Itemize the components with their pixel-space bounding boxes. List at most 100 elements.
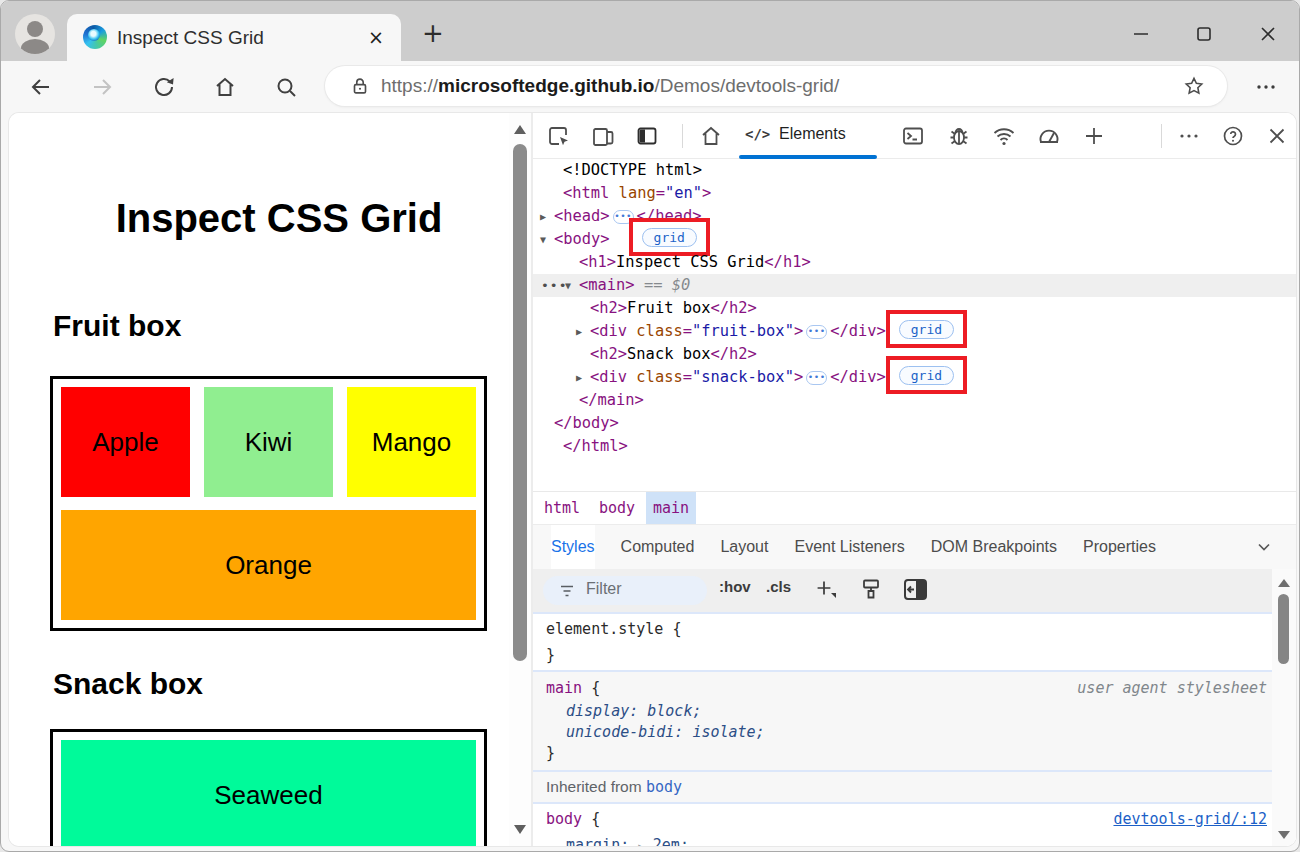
device-emulation-icon[interactable] (591, 124, 615, 148)
scroll-up-arrow[interactable] (514, 125, 526, 134)
snack-heading: Snack box (53, 667, 203, 701)
new-style-rule-icon[interactable] (813, 577, 837, 603)
dom-tree-row[interactable]: <html lang="en"> (533, 182, 1296, 205)
css-token: { (582, 679, 600, 697)
settings-more-icon[interactable] (1254, 75, 1278, 99)
css-token: display: block; (566, 702, 701, 720)
grid-badge-anchor: grid (886, 381, 972, 382)
new-tab-button[interactable]: + (419, 20, 447, 48)
dom-token: <h2> (590, 345, 627, 363)
dom-tree-row[interactable]: <!DOCTYPE html> (533, 159, 1296, 182)
grid-item-label: Mango (372, 427, 452, 458)
expand-arrow-icon[interactable]: ▶ (576, 320, 582, 343)
css-token: Inherited from (546, 778, 646, 795)
grid-badge[interactable]: grid (899, 366, 954, 385)
collapsed-content-ellipsis-icon[interactable]: ••• (806, 325, 827, 339)
url-text[interactable]: https://microsoftedge.github.io/Demos/de… (381, 75, 839, 97)
tab-elements[interactable]: Elements (779, 125, 846, 143)
panel-tab-layout[interactable]: Layout (720, 525, 768, 569)
toggle-class[interactable]: .cls (766, 578, 791, 595)
back-button[interactable] (29, 75, 53, 99)
collapse-arrow-icon[interactable]: ▼ (540, 228, 546, 251)
performance-icon[interactable] (1037, 124, 1061, 148)
favorites-star-icon[interactable] (1183, 75, 1205, 97)
styles-scroll-down-arrow[interactable] (1278, 831, 1290, 839)
help-icon[interactable] (1221, 124, 1245, 148)
css-token: main (546, 679, 582, 697)
devtools-close-icon[interactable] (1265, 124, 1289, 148)
page-title: Inspect CSS Grid (29, 196, 529, 241)
add-panel-icon[interactable] (1082, 124, 1106, 148)
computed-sidebar-toggle-icon[interactable] (903, 578, 928, 601)
window-close-button[interactable] (1256, 22, 1280, 46)
breadcrumb-item-body[interactable]: body (592, 492, 642, 524)
profile-avatar[interactable] (15, 14, 55, 54)
grid-badge[interactable]: grid (899, 320, 954, 339)
grid-item-seaweed: Seaweed (61, 740, 476, 846)
row-actions-ellipsis-icon[interactable]: ••• (541, 274, 567, 297)
tab-close-icon[interactable]: × (365, 26, 387, 48)
console-icon[interactable] (901, 124, 925, 148)
forward-button[interactable] (90, 75, 114, 99)
css-token: unicode-bidi: isolate; (566, 723, 765, 741)
dom-tree-row[interactable]: </main> (533, 389, 1296, 412)
window-maximize-button[interactable] (1192, 22, 1216, 46)
issues-bug-icon[interactable] (947, 124, 971, 148)
dom-tree-row[interactable]: </html> (533, 435, 1296, 458)
sidebar-tabs: Styles Computed Layout Event Listeners DOM B… (533, 524, 1296, 569)
search-icon[interactable] (274, 75, 298, 99)
style-rule-section: Inherited from body (533, 772, 1296, 802)
network-icon[interactable] (992, 124, 1016, 148)
toggle-hover-state[interactable]: :hov (719, 578, 751, 595)
stylesheet-source-link[interactable]: devtools-grid/:12 (1113, 806, 1267, 832)
elements-tab-code-icon: </> (745, 126, 770, 142)
fruit-heading: Fruit box (53, 309, 181, 343)
breadcrumb-item-html[interactable]: html (537, 492, 587, 524)
panel-tab-dom-breakpoints[interactable]: DOM Breakpoints (931, 525, 1057, 569)
dom-tree-row[interactable]: ▶<div class="snack-box">•••</div>grid (533, 366, 1296, 389)
dom-tree-row[interactable]: ▶<div class="fruit-box">•••</div>grid (533, 320, 1296, 343)
dom-tree-row[interactable]: •••▼<main> == $0 (533, 274, 1296, 297)
breadcrumb-item-main[interactable]: main (646, 492, 696, 524)
browser-toolbar: https://microsoftedge.github.io/Demos/de… (1, 61, 1299, 113)
collapsed-content-ellipsis-icon[interactable]: ••• (806, 371, 827, 385)
dom-token: Fruit box (627, 299, 710, 317)
panel-tab-styles[interactable]: Styles (551, 525, 595, 569)
window-minimize-button[interactable] (1129, 22, 1153, 46)
devtools-home-icon[interactable] (699, 124, 723, 148)
expand-arrow-icon[interactable]: ▶ (576, 366, 582, 389)
rendering-emulation-icon[interactable] (859, 577, 883, 601)
panel-tab-computed[interactable]: Computed (621, 525, 695, 569)
styles-scroll-up-arrow[interactable] (1278, 579, 1290, 587)
dom-token: </main> (579, 391, 644, 409)
panel-tab-event-listeners[interactable]: Event Listeners (794, 525, 904, 569)
filter-input[interactable]: Filter (543, 576, 707, 605)
chevron-down-icon[interactable] (1256, 539, 1272, 555)
devtools-toolbar: </> Elements (533, 113, 1296, 159)
address-bar[interactable]: https://microsoftedge.github.io/Demos/de… (325, 66, 1227, 106)
dom-token: Inspect CSS Grid (616, 253, 764, 271)
refresh-button[interactable] (152, 75, 176, 99)
scroll-down-arrow[interactable] (514, 825, 526, 834)
styles-scroll-thumb[interactable] (1278, 594, 1289, 664)
dom-tree-row[interactable]: </body> (533, 412, 1296, 435)
browser-tab[interactable]: Inspect CSS Grid × (67, 14, 401, 61)
page-scroll-thumb[interactable] (513, 144, 527, 661)
panel-tab-properties[interactable]: Properties (1083, 525, 1156, 569)
home-button[interactable] (213, 75, 237, 99)
dom-tree-row[interactable]: ▼<body>grid (533, 228, 1296, 251)
style-rule-section: element.style {} (533, 612, 1296, 670)
devtools-more-icon[interactable] (1177, 124, 1201, 148)
tab-title: Inspect CSS Grid (117, 27, 264, 49)
url-domain: microsoftedge.github.io (438, 75, 654, 96)
css-token[interactable]: body (646, 778, 682, 796)
collapse-arrow-icon[interactable]: ▼ (565, 274, 571, 297)
page-scrollbar[interactable] (509, 113, 531, 846)
dom-tree-row[interactable]: <h1>Inspect CSS Grid</h1> (533, 251, 1296, 274)
styles-scrollbar[interactable] (1272, 569, 1296, 846)
activity-bar-icon[interactable] (635, 124, 659, 148)
grid-badge[interactable]: grid (642, 228, 697, 247)
css-token: } (546, 646, 555, 664)
expand-arrow-icon[interactable]: ▶ (540, 205, 546, 228)
inspect-element-icon[interactable] (547, 124, 571, 148)
